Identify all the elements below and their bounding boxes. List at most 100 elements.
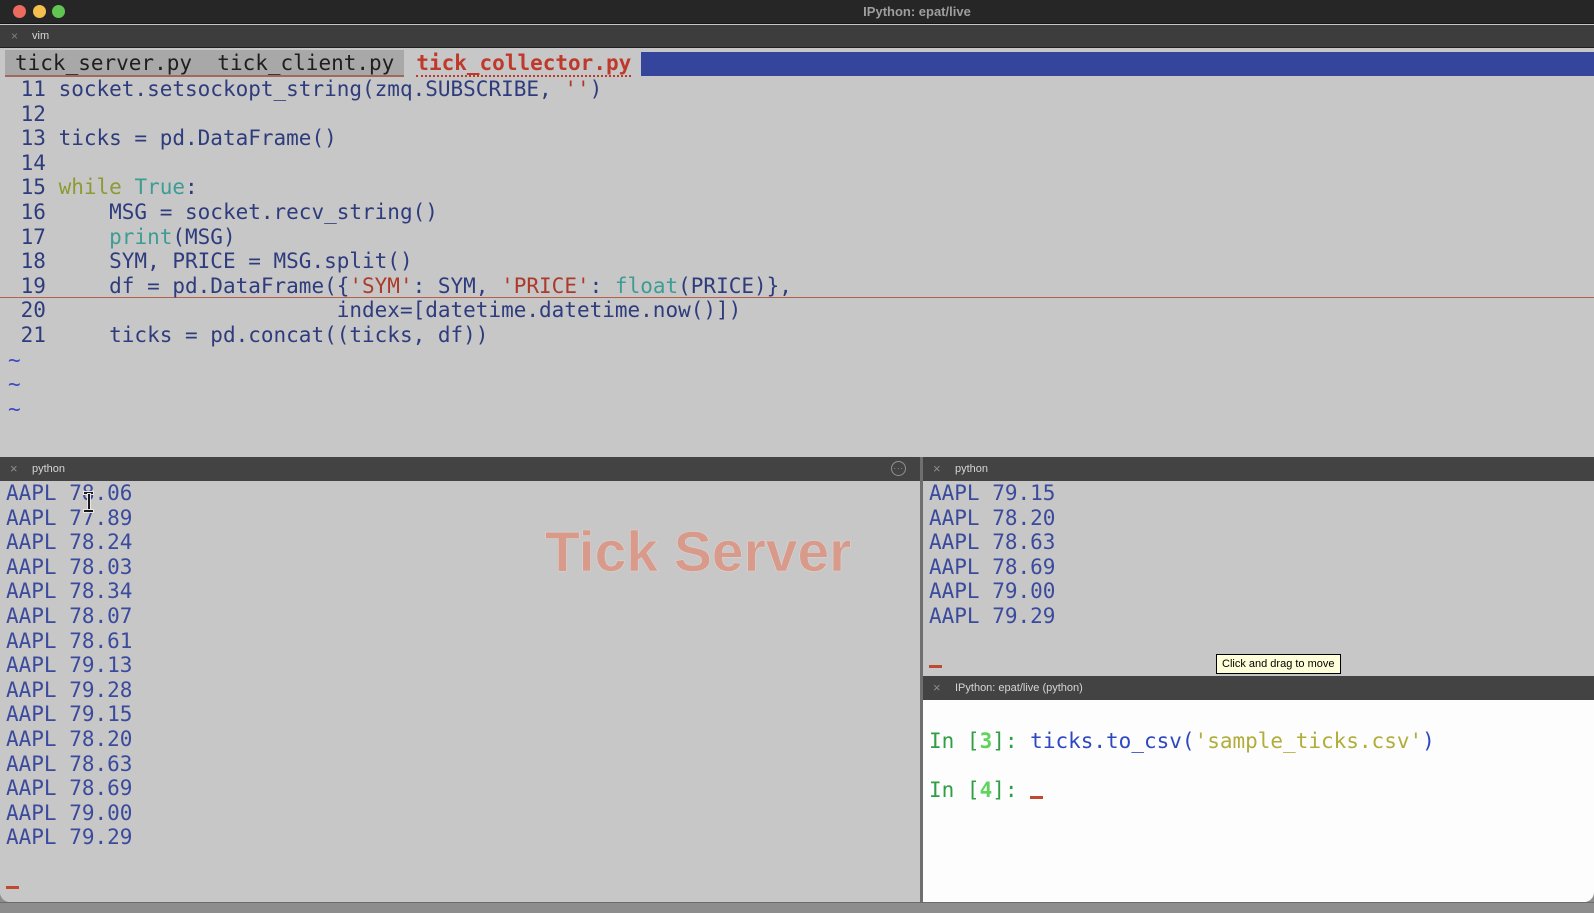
tick-line: AAPL 79.13 [0, 653, 920, 678]
tick-line: AAPL 79.00 [923, 579, 1594, 604]
code-segment: float [615, 274, 678, 298]
code-line: 11 socket.setsockopt_string(zmq.SUBSCRIB… [0, 77, 1594, 102]
code-segment: (MSG) [172, 225, 235, 249]
code-segment: ]: [992, 778, 1030, 802]
close-icon[interactable]: × [10, 461, 18, 476]
vim-code-area[interactable]: 11 socket.setsockopt_string(zmq.SUBSCRIB… [0, 77, 1594, 421]
code-segment [122, 175, 135, 199]
empty-line-tilde: ~ [0, 397, 1594, 422]
ipython-line: In [4]: [923, 778, 1594, 803]
tick-server-watermark: Tick Server [545, 519, 851, 585]
code-segment: 11 [8, 77, 59, 101]
code-segment: 4 [980, 778, 993, 802]
code-segment: : [590, 274, 615, 298]
code-segment: True [134, 175, 185, 199]
ipython-line: In [3]: ticks.to_csv('sample_ticks.csv') [923, 729, 1594, 754]
code-segment: 20 [8, 298, 59, 322]
code-line: 18 SYM, PRICE = MSG.split() [0, 249, 1594, 274]
terminal-cursor-row [0, 875, 920, 900]
code-segment: 15 [8, 175, 59, 199]
tick-line: AAPL 79.00 [0, 801, 920, 826]
code-segment: 12 [8, 102, 59, 126]
code-segment: print [109, 225, 172, 249]
ipython-console-pane[interactable]: In [3]: ticks.to_csv('sample_ticks.csv')… [923, 700, 1594, 902]
title-bar[interactable]: IPython: epat/live [0, 0, 1594, 24]
code-segment: ticks.to_csv( [1030, 729, 1194, 753]
zoom-window-button[interactable] [52, 5, 65, 18]
minimize-window-button[interactable] [33, 5, 46, 18]
code-segment: 'sample_ticks.csv' [1195, 729, 1423, 753]
left-pane-header[interactable]: × python ··· [0, 457, 920, 481]
code-segment: MSG = socket.recv_string() [59, 200, 438, 224]
tick-line: AAPL 79.28 [0, 678, 920, 703]
code-segment: : [185, 175, 198, 199]
vim-tab-tick_server-py[interactable]: tick_server.py [15, 51, 192, 75]
tick-line: AAPL 78.69 [923, 555, 1594, 580]
left-pane-title: python [32, 463, 65, 475]
mouse-ibeam-cursor [82, 492, 95, 512]
close-window-button[interactable] [13, 5, 26, 18]
code-segment: socket.setsockopt_string(zmq.SUBSCRIBE, [59, 77, 565, 101]
code-segment: 'SYM' [349, 274, 412, 298]
tick-line: AAPL 78.20 [0, 727, 920, 752]
code-line: 15 while True: [0, 175, 1594, 200]
code-segment: 'PRICE' [501, 274, 590, 298]
tick-line: AAPL 79.29 [923, 604, 1594, 629]
close-icon[interactable]: × [933, 680, 941, 695]
vim-tab-tick_collector-py[interactable]: tick_collector.py [416, 50, 631, 77]
code-segment: 13 [8, 126, 59, 150]
empty-line-tilde: ~ [0, 372, 1594, 397]
code-line: 21 ticks = pd.concat((ticks, df)) [0, 323, 1594, 348]
ipython-line [923, 753, 1594, 778]
blank-line [0, 850, 920, 875]
code-segment: 16 [8, 200, 59, 224]
tick-line: AAPL 78.06 [0, 481, 920, 506]
pane-menu-icon[interactable]: ··· [891, 461, 906, 476]
tick-line: AAPL 78.63 [0, 752, 920, 777]
terminal-window: IPython: epat/live × vim tick_server.py … [0, 0, 1594, 902]
code-segment: 21 [8, 323, 59, 347]
code-segment: ticks = pd.DataFrame() [59, 126, 337, 150]
code-segment: In [ [929, 778, 980, 802]
right-top-pane-header[interactable]: × python [923, 457, 1594, 481]
code-segment: ticks = pd.concat((ticks, df)) [59, 323, 489, 347]
ipython-pane-header[interactable]: × IPython: epat/live (python) [923, 676, 1594, 700]
code-segment: while [59, 175, 122, 199]
terminal-cursor [6, 886, 19, 889]
code-line: 17 print(MSG) [0, 225, 1594, 250]
vim-editor-pane[interactable]: tick_server.py tick_client.py tick_colle… [0, 48, 1594, 457]
close-icon[interactable]: × [933, 461, 941, 476]
tick-line: AAPL 78.69 [0, 776, 920, 801]
code-segment: 17 [8, 225, 59, 249]
drag-tooltip: Click and drag to move [1216, 654, 1341, 674]
tmux-tab-vim[interactable]: vim [32, 30, 49, 42]
vim-tabline: tick_server.py tick_client.py tick_colle… [0, 50, 1594, 77]
code-segment: In [ [929, 729, 980, 753]
empty-line-tilde: ~ [0, 348, 1594, 373]
close-icon[interactable]: × [11, 29, 18, 43]
code-segment: 19 [8, 274, 59, 298]
right-top-pane-title: python [955, 463, 988, 475]
tmux-tab-bar[interactable]: × vim [0, 25, 1594, 48]
code-segment: (PRICE)}, [678, 274, 792, 298]
tick-line: AAPL 78.07 [0, 604, 920, 629]
vim-tab-tick_client-py[interactable]: tick_client.py [192, 51, 394, 75]
tick-client-output-pane[interactable]: AAPL 79.15AAPL 78.20AAPL 78.63AAPL 78.69… [923, 481, 1594, 676]
code-segment: 14 [8, 151, 59, 175]
code-segment: 3 [980, 729, 993, 753]
code-segment: ) [1422, 729, 1435, 753]
tick-line: AAPL 78.63 [923, 530, 1594, 555]
tick-line: AAPL 79.15 [0, 702, 920, 727]
desktop-strip [0, 902, 1594, 913]
code-line: 13 ticks = pd.DataFrame() [0, 126, 1594, 151]
code-segment: '' [564, 77, 589, 101]
code-segment [59, 225, 110, 249]
code-segment: df = pd.DataFrame({ [59, 274, 350, 298]
code-line: 19 df = pd.DataFrame({'SYM': SYM, 'PRICE… [0, 274, 1594, 299]
blank-line [923, 629, 1594, 654]
code-segment: index=[datetime.datetime.now()]) [59, 298, 742, 322]
tick-line: AAPL 79.29 [0, 825, 920, 850]
window-title: IPython: epat/live [863, 4, 971, 19]
ipython-pane-title: IPython: epat/live (python) [955, 682, 1083, 694]
ipython-line [923, 704, 1594, 729]
